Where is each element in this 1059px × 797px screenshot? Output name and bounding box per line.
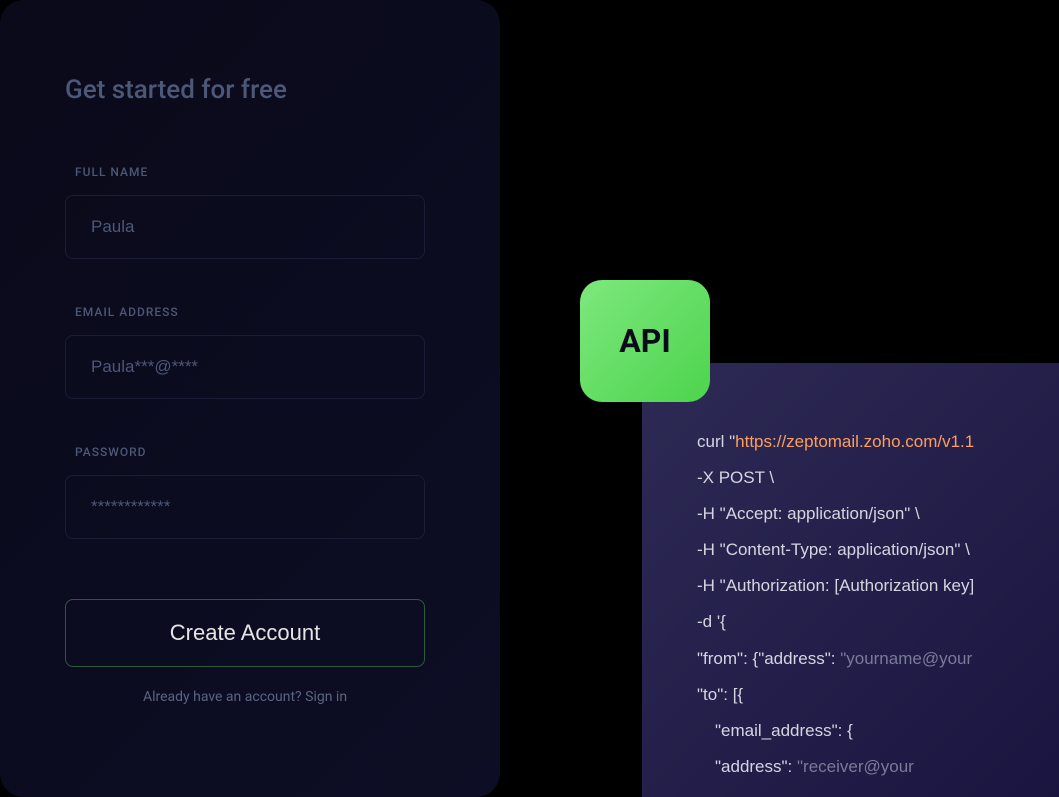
email-label: EMAIL ADDRESS (75, 305, 440, 319)
code-line-1: curl "https://zeptomail.zoho.com/v1.1 (697, 431, 1042, 453)
fullname-input[interactable] (65, 195, 425, 259)
fullname-field-group: FULL NAME (65, 165, 440, 259)
api-badge: API (580, 280, 710, 402)
create-account-button[interactable]: Create Account (65, 599, 425, 667)
code-line-5: -H "Authorization: [Authorization key] (697, 575, 1042, 597)
signin-link[interactable]: Already have an account? Sign in (65, 689, 425, 705)
code-line-7: "from": {"address": "yourname@your (697, 648, 1042, 670)
password-label: PASSWORD (75, 445, 440, 459)
fullname-label: FULL NAME (75, 165, 440, 179)
code-line-4: -H "Content-Type: application/json" \ (697, 539, 1042, 561)
code-panel: curl "https://zeptomail.zoho.com/v1.1 -X… (642, 363, 1059, 797)
code-line-10: "address": "receiver@your (697, 756, 1042, 778)
email-input[interactable] (65, 335, 425, 399)
password-field-group: PASSWORD (65, 445, 440, 539)
password-input[interactable] (65, 475, 425, 539)
code-line-9: "email_address": { (697, 720, 1042, 742)
api-badge-text: API (619, 322, 670, 360)
code-line-3: -H "Accept: application/json" \ (697, 503, 1042, 525)
email-field-group: EMAIL ADDRESS (65, 305, 440, 399)
code-line-8: "to": [{ (697, 684, 1042, 706)
code-line-6: -d '{ (697, 611, 1042, 633)
signup-title: Get started for free (65, 75, 440, 105)
signup-panel: Get started for free FULL NAME EMAIL ADD… (0, 0, 500, 797)
code-line-2: -X POST \ (697, 467, 1042, 489)
